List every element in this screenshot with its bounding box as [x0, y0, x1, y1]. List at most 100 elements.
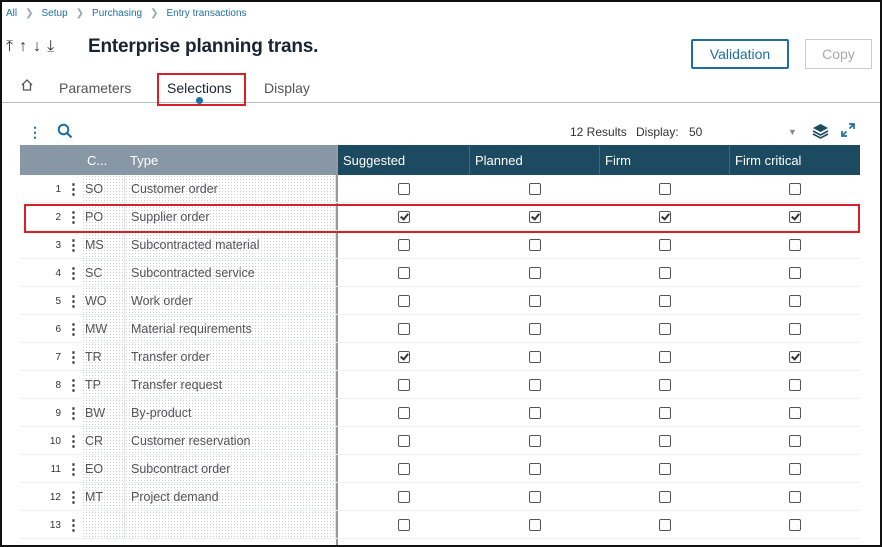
chevron-down-icon[interactable]: ▼ [788, 127, 797, 137]
firm-critical-checkbox[interactable] [789, 183, 801, 195]
breadcrumb-purchasing[interactable]: Purchasing [92, 8, 142, 19]
column-header-firm-critical[interactable]: Firm critical [730, 145, 860, 175]
row-menu-icon[interactable]: ⋮ [65, 315, 82, 343]
table-row[interactable]: 7 ⋮ TR Transfer order [20, 343, 860, 371]
planned-checkbox[interactable] [529, 519, 541, 531]
code-cell[interactable]: TP [82, 371, 125, 399]
firm-critical-checkbox[interactable] [789, 435, 801, 447]
next-record-icon[interactable]: ↓ [33, 38, 41, 56]
row-menu-icon[interactable]: ⋮ [65, 287, 82, 315]
table-row[interactable]: 3 ⋮ MS Subcontracted material [20, 231, 860, 259]
firm-checkbox[interactable] [659, 323, 671, 335]
table-row[interactable]: 1 ⋮ SO Customer order [20, 175, 860, 203]
planned-checkbox[interactable] [529, 323, 541, 335]
suggested-checkbox[interactable] [398, 519, 410, 531]
firm-checkbox[interactable] [659, 407, 671, 419]
firm-checkbox[interactable] [659, 519, 671, 531]
code-cell[interactable]: MW [82, 315, 125, 343]
type-cell[interactable]: Subcontracted material [125, 231, 336, 259]
table-row[interactable]: 4 ⋮ SC Subcontracted service [20, 259, 860, 287]
code-cell[interactable]: SC [82, 259, 125, 287]
firm-checkbox[interactable] [659, 491, 671, 503]
first-record-icon[interactable]: ⤒ [6, 38, 13, 56]
display-select[interactable]: 50 [689, 125, 702, 139]
type-cell[interactable]: By-product [125, 399, 336, 427]
column-header-suggested[interactable]: Suggested [338, 145, 470, 175]
tab-display[interactable]: Display [264, 80, 310, 96]
last-record-icon[interactable]: ⤓ [47, 38, 54, 56]
type-cell[interactable]: Transfer request [125, 371, 336, 399]
type-cell[interactable]: Work order [125, 287, 336, 315]
code-cell[interactable]: TR [82, 343, 125, 371]
suggested-checkbox[interactable] [398, 463, 410, 475]
type-cell[interactable]: Project demand [125, 483, 336, 511]
table-row[interactable]: 12 ⋮ MT Project demand [20, 483, 860, 511]
table-row[interactable]: 5 ⋮ WO Work order [20, 287, 860, 315]
type-cell[interactable] [125, 511, 336, 539]
layers-icon[interactable] [812, 123, 829, 144]
home-icon[interactable] [20, 78, 34, 95]
row-menu-icon[interactable]: ⋮ [65, 511, 82, 539]
row-menu-icon[interactable]: ⋮ [65, 371, 82, 399]
row-menu-icon[interactable]: ⋮ [65, 455, 82, 483]
table-row[interactable]: 6 ⋮ MW Material requirements [20, 315, 860, 343]
firm-checkbox[interactable] [659, 239, 671, 251]
planned-checkbox[interactable] [529, 183, 541, 195]
planned-checkbox[interactable] [529, 351, 541, 363]
row-menu-icon[interactable]: ⋮ [65, 259, 82, 287]
breadcrumb-entry-transactions[interactable]: Entry transactions [166, 8, 246, 19]
firm-critical-checkbox[interactable] [789, 323, 801, 335]
type-cell[interactable]: Subcontracted service [125, 259, 336, 287]
row-menu-icon[interactable]: ⋮ [65, 483, 82, 511]
tab-parameters[interactable]: Parameters [59, 80, 131, 96]
planned-checkbox[interactable] [529, 407, 541, 419]
code-cell[interactable]: SO [82, 175, 125, 203]
planned-checkbox[interactable] [529, 379, 541, 391]
firm-checkbox[interactable] [659, 183, 671, 195]
table-row[interactable]: 10 ⋮ CR Customer reservation [20, 427, 860, 455]
column-header-code[interactable]: C... [82, 145, 125, 175]
firm-critical-checkbox[interactable] [789, 379, 801, 391]
code-cell[interactable] [82, 511, 125, 539]
code-cell[interactable]: EO [82, 455, 125, 483]
planned-checkbox[interactable] [529, 295, 541, 307]
planned-checkbox[interactable] [529, 491, 541, 503]
firm-critical-checkbox[interactable] [789, 491, 801, 503]
suggested-checkbox[interactable] [398, 323, 410, 335]
type-cell[interactable]: Material requirements [125, 315, 336, 343]
row-menu-icon[interactable]: ⋮ [65, 175, 82, 203]
firm-checkbox[interactable] [659, 379, 671, 391]
column-header-firm[interactable]: Firm [600, 145, 730, 175]
search-icon[interactable] [57, 123, 73, 144]
suggested-checkbox[interactable] [398, 435, 410, 447]
firm-critical-checkbox[interactable] [789, 351, 801, 363]
table-row[interactable]: 9 ⋮ BW By-product [20, 399, 860, 427]
suggested-checkbox[interactable] [398, 491, 410, 503]
code-cell[interactable]: CR [82, 427, 125, 455]
firm-checkbox[interactable] [659, 463, 671, 475]
more-actions-icon[interactable]: ⋮ [28, 124, 42, 141]
firm-checkbox[interactable] [659, 267, 671, 279]
planned-checkbox[interactable] [529, 435, 541, 447]
row-menu-icon[interactable]: ⋮ [65, 343, 82, 371]
firm-checkbox[interactable] [659, 435, 671, 447]
firm-critical-checkbox[interactable] [789, 239, 801, 251]
copy-button[interactable]: Copy [805, 39, 872, 69]
breadcrumb-all[interactable]: All [6, 8, 17, 19]
column-header-planned[interactable]: Planned [470, 145, 600, 175]
firm-critical-checkbox[interactable] [789, 463, 801, 475]
firm-critical-checkbox[interactable] [789, 267, 801, 279]
expand-icon[interactable] [840, 122, 856, 143]
table-row[interactable]: 8 ⋮ TP Transfer request [20, 371, 860, 399]
previous-record-icon[interactable]: ↑ [19, 38, 27, 56]
row-menu-icon[interactable]: ⋮ [65, 231, 82, 259]
suggested-checkbox[interactable] [398, 239, 410, 251]
suggested-checkbox[interactable] [398, 267, 410, 279]
breadcrumb-setup[interactable]: Setup [42, 8, 68, 19]
code-cell[interactable]: MS [82, 231, 125, 259]
planned-checkbox[interactable] [529, 463, 541, 475]
suggested-checkbox[interactable] [398, 295, 410, 307]
table-row[interactable]: 11 ⋮ EO Subcontract order [20, 455, 860, 483]
type-cell[interactable]: Transfer order [125, 343, 336, 371]
type-cell[interactable]: Customer order [125, 175, 336, 203]
